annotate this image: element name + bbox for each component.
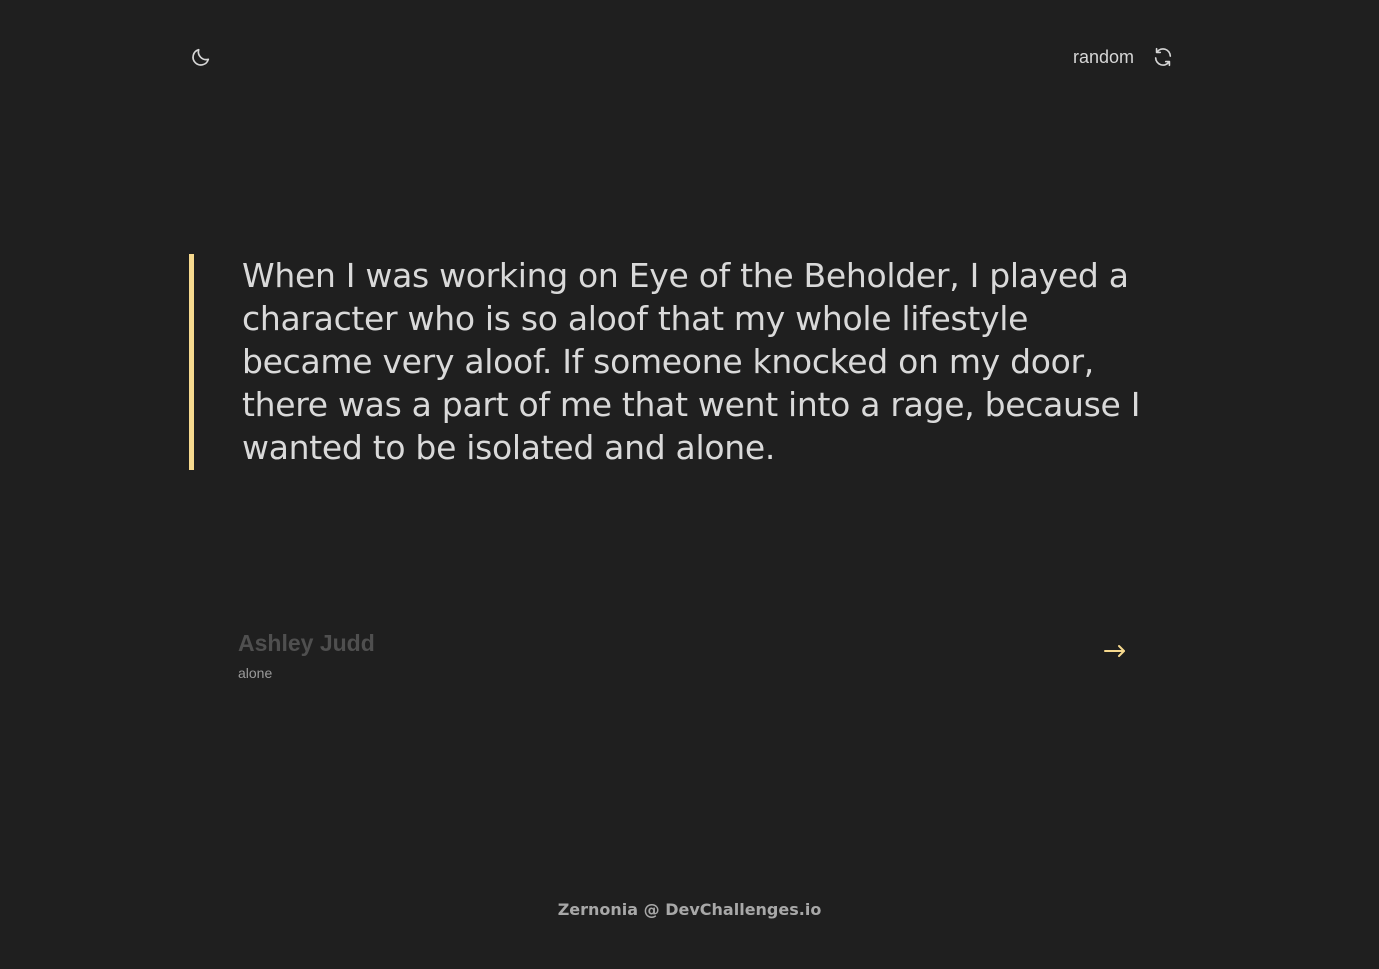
theme-toggle-button[interactable] <box>189 45 213 69</box>
quote-genre: alone <box>238 665 273 681</box>
footer-credit: Zernonia @ DevChallenges.io <box>557 900 822 919</box>
refresh-icon <box>1152 46 1174 68</box>
quote-accent-bar <box>189 254 194 470</box>
arrow-right-icon <box>1104 645 1125 657</box>
random-button[interactable]: random <box>1073 44 1174 70</box>
author-link[interactable]: Ashley Judd alone <box>222 612 1142 702</box>
random-label: random <box>1072 46 1134 67</box>
moon-icon <box>192 48 210 66</box>
quote-text: When I was working on Eye of the Beholde… <box>242 256 1141 467</box>
quote-block: When I was working on Eye of the Beholde… <box>189 254 1149 470</box>
author-name: Ashley Judd <box>238 630 375 656</box>
